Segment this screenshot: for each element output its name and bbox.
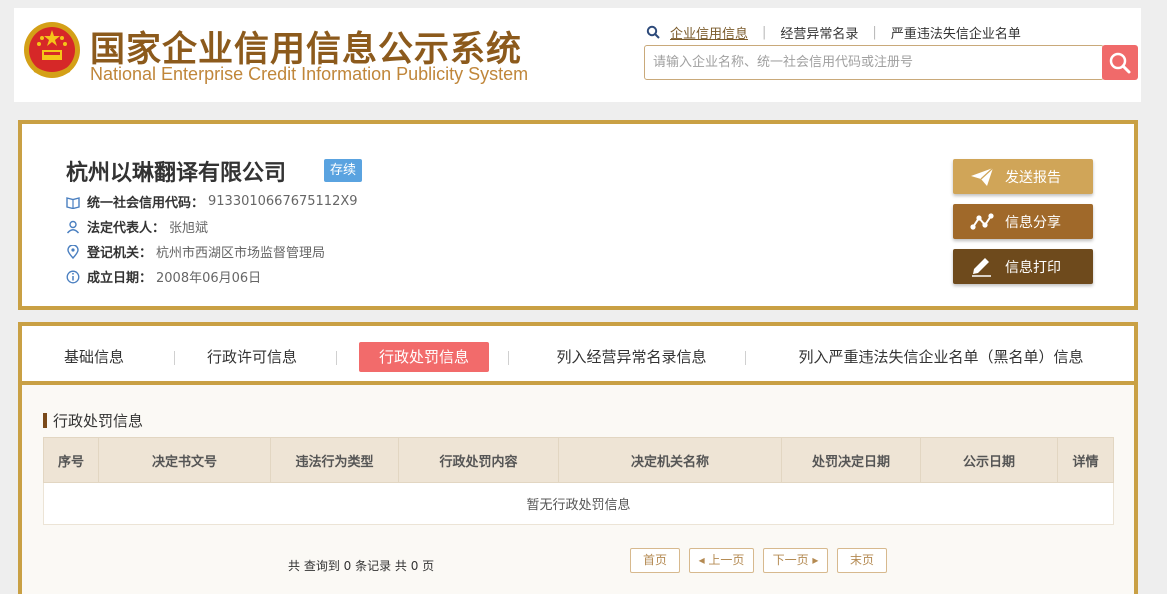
detail-panel: 基础信息 行政许可信息 行政处罚信息 列入经营异常名录信息 列入严重违法失信企业… — [18, 322, 1138, 594]
print-info-label: 信息打印 — [1005, 259, 1061, 276]
top-nav: 企业信用信息 | 经营异常名录 | 严重违法失信企业名单 — [646, 22, 1021, 42]
site-header: 国家企业信用信息公示系统 National Enterprise Credit … — [14, 8, 1141, 102]
tab-abnormal-list[interactable]: 列入经营异常名录信息 — [549, 342, 714, 372]
col-header: 违法行为类型 — [270, 437, 399, 483]
nav-divider: | — [762, 24, 767, 40]
field-label: 登记机关： — [87, 246, 153, 261]
book-icon — [66, 196, 80, 209]
prev-page-button[interactable]: ◂ 上一页 — [689, 548, 754, 573]
nav-divider: | — [872, 24, 877, 40]
nav-blacklist[interactable]: 严重违法失信企业名单 — [891, 23, 1021, 42]
location-pin-icon — [67, 244, 79, 259]
table-row: 暂无行政处罚信息 — [43, 482, 1114, 525]
print-info-button[interactable]: 信息打印 — [953, 249, 1093, 284]
registration-authority-row: 登记机关： 杭州市西湖区市场监督管理局 — [66, 242, 325, 261]
tab-divider — [745, 351, 746, 365]
penalty-table: 序号 决定书文号 违法行为类型 行政处罚内容 决定机关名称 处罚决定日期 公示日… — [43, 437, 1114, 525]
tab-blacklist[interactable]: 列入严重违法失信企业名单（黑名单）信息 — [787, 342, 1095, 372]
national-emblem-icon — [24, 22, 80, 78]
status-badge: 存续 — [324, 159, 362, 182]
send-report-button[interactable]: 发送报告 — [953, 159, 1093, 194]
share-nodes-icon — [969, 211, 995, 233]
col-header: 决定书文号 — [98, 437, 271, 483]
tab-divider — [174, 351, 175, 365]
table-header-row: 序号 决定书文号 违法行为类型 行政处罚内容 决定机关名称 处罚决定日期 公示日… — [43, 437, 1114, 483]
section-title: 行政处罚信息 — [43, 410, 143, 431]
search-box — [644, 45, 1104, 80]
tab-admin-license[interactable]: 行政许可信息 — [202, 342, 302, 372]
field-value: 2008年06月06日 — [156, 271, 262, 286]
info-icon — [66, 270, 80, 283]
search-button[interactable] — [1102, 45, 1138, 80]
company-name: 杭州以琳翻译有限公司 — [66, 161, 287, 186]
tab-basic-info[interactable]: 基础信息 — [59, 342, 129, 372]
section-title-marker — [43, 413, 47, 428]
penalty-section: 行政处罚信息 序号 决定书文号 违法行为类型 行政处罚内容 决定机关名称 处罚决… — [22, 385, 1134, 594]
col-header: 详情 — [1057, 437, 1114, 483]
founding-date-row: 成立日期： 2008年06月06日 — [66, 267, 261, 286]
legal-rep-row: 法定代表人： 张旭斌 — [66, 217, 208, 236]
search-icon — [646, 25, 660, 39]
first-page-button[interactable]: 首页 — [630, 548, 680, 573]
field-value: 9133010667675112X9 — [208, 194, 358, 209]
chevron-right-icon: ▸ — [808, 553, 819, 567]
send-report-label: 发送报告 — [1005, 169, 1061, 186]
col-header: 公示日期 — [920, 437, 1058, 483]
tab-divider — [508, 351, 509, 365]
paper-plane-icon — [969, 166, 995, 188]
field-label: 统一社会信用代码： — [87, 196, 205, 211]
search-input[interactable] — [645, 46, 1103, 79]
col-header: 行政处罚内容 — [398, 437, 559, 483]
nav-enterprise-credit[interactable]: 企业信用信息 — [670, 23, 748, 42]
pencil-icon — [969, 256, 995, 278]
empty-message: 暂无行政处罚信息 — [43, 482, 1114, 525]
prev-page-label: 上一页 — [708, 553, 745, 567]
next-page-label: 下一页 — [772, 553, 809, 567]
share-info-button[interactable]: 信息分享 — [953, 204, 1093, 239]
last-page-button[interactable]: 末页 — [837, 548, 887, 573]
person-icon — [66, 220, 80, 233]
company-info-panel: 杭州以琳翻译有限公司 存续 统一社会信用代码： 9133010667675112… — [18, 120, 1138, 310]
field-label: 法定代表人： — [87, 221, 166, 236]
col-header: 处罚决定日期 — [781, 437, 921, 483]
field-value: 张旭斌 — [169, 221, 209, 236]
tab-admin-penalty[interactable]: 行政处罚信息 — [359, 342, 489, 372]
search-icon — [1109, 52, 1131, 73]
field-value: 杭州市西湖区市场监督管理局 — [156, 246, 326, 261]
next-page-button[interactable]: 下一页 ▸ — [763, 548, 828, 573]
nav-abnormal-list[interactable]: 经营异常名录 — [780, 23, 858, 42]
col-header: 序号 — [43, 437, 99, 483]
section-title-text: 行政处罚信息 — [53, 412, 144, 430]
site-title-en: National Enterprise Credit Information P… — [90, 64, 529, 84]
field-label: 成立日期： — [87, 271, 153, 286]
share-info-label: 信息分享 — [1005, 214, 1061, 231]
credit-code-row: 统一社会信用代码： 9133010667675112X9 — [66, 192, 358, 211]
record-count: 共 查询到 0 条记录 共 0 页 — [288, 559, 435, 573]
tab-bar: 基础信息 行政许可信息 行政处罚信息 列入经营异常名录信息 列入严重违法失信企业… — [22, 326, 1134, 385]
tab-divider — [336, 351, 337, 365]
col-header: 决定机关名称 — [558, 437, 782, 483]
chevron-left-icon: ◂ — [698, 553, 709, 567]
